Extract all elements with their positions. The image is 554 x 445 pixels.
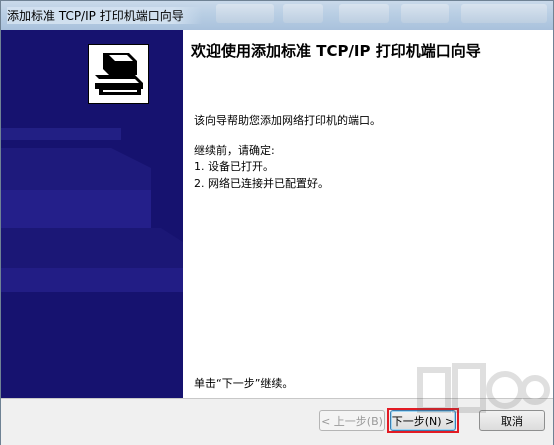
next-button-highlight [387, 408, 459, 433]
sidebar-band [1, 128, 121, 140]
window-title: 添加标准 TCP/IP 打印机端口向导 [7, 7, 202, 24]
button-bar: < 上一步(B) 下一步(N) > 取消 [1, 398, 553, 445]
background-window-tab [216, 4, 274, 23]
sidebar-printer-base [1, 268, 183, 292]
cancel-button[interactable]: 取消 [479, 410, 545, 431]
requirement-item: 2. 网络已连接并已配置好。 [194, 177, 329, 190]
sidebar-printer-body [1, 190, 151, 228]
background-window-tab [283, 4, 323, 23]
wizard-main-panel: 欢迎使用添加标准 TCP/IP 打印机端口向导 该向导帮助您添加网络打印机的端口… [183, 30, 553, 398]
background-window-tab [461, 4, 547, 23]
wizard-sidebar-graphic [1, 30, 183, 398]
title-bar: 添加标准 TCP/IP 打印机端口向导 [1, 1, 553, 30]
intro-text: 该向导帮助您添加网络打印机的端口。 [194, 114, 381, 127]
wizard-heading: 欢迎使用添加标准 TCP/IP 打印机端口向导 [191, 42, 481, 60]
prerequisite-label: 继续前，请确定: [194, 144, 275, 157]
background-window-tab [339, 4, 389, 23]
requirement-item: 1. 设备已打开。 [194, 160, 274, 173]
printer-logo [88, 44, 149, 104]
printer-icon [92, 48, 145, 100]
sidebar-printer-top [1, 148, 151, 190]
back-button[interactable]: < 上一步(B) [319, 410, 385, 431]
wizard-content: 欢迎使用添加标准 TCP/IP 打印机端口向导 该向导帮助您添加网络打印机的端口… [1, 30, 553, 398]
wizard-window: 添加标准 TCP/IP 打印机端口向导 欢迎使用添加标准 TCP/IP 打印机端… [0, 0, 554, 445]
sidebar-printer-tray [1, 228, 183, 268]
continue-hint: 单击“下一步”继续。 [194, 377, 294, 390]
background-window-tab [401, 4, 449, 23]
